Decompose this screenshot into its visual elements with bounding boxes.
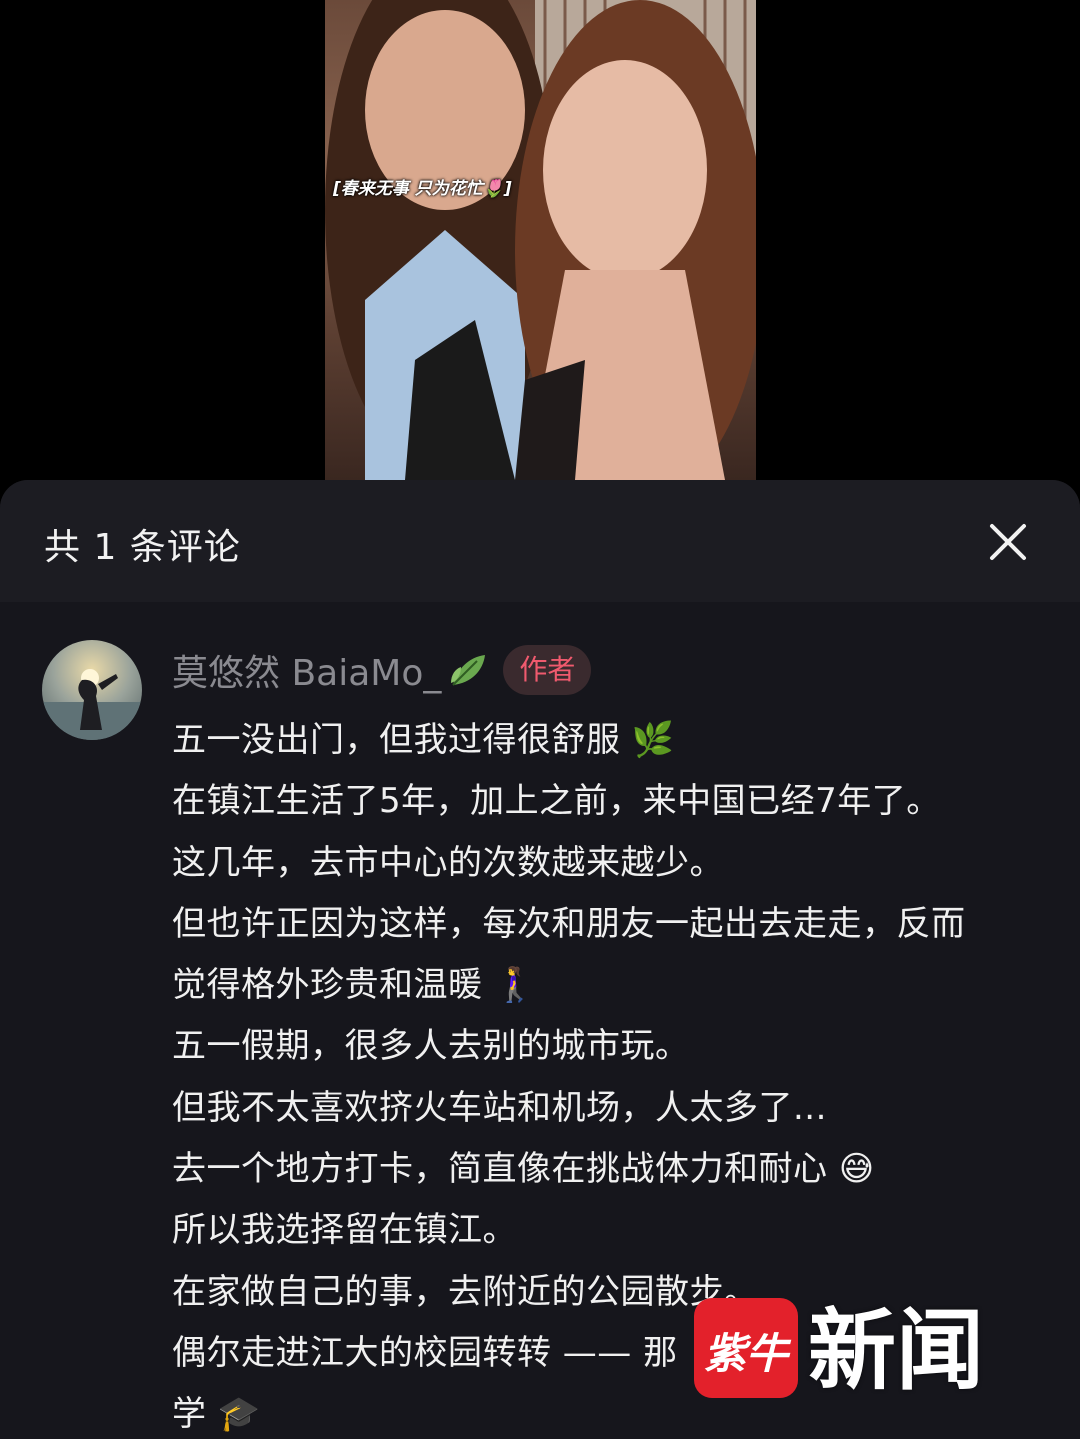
comment-line: 觉得格外珍贵和温暖 🚶‍♀️ [172,965,537,1006]
comment-line: 五一假期，很多人去别的城市玩。 [172,1026,690,1067]
avatar-image [42,669,142,740]
comment-author-row: 莫悠然 BaiaMo_ 作者 [172,642,592,698]
comment-count-title: 共 1 条评论 [44,527,241,568]
close-icon [990,524,1026,560]
leaf-icon [447,649,489,691]
watermark: 紫牛 新闻 [694,1298,1014,1402]
comment-line: 这几年，去市中心的次数越来越少。 [172,842,724,883]
comment-line: 但我不太喜欢挤火车站和机场，人太多了... [172,1087,827,1128]
comment-line: 去一个地方打卡，简直像在挑战体力和耐心 😅 [172,1149,875,1190]
video-frame[interactable]: [春来无事 只为花忙🌷] [325,0,756,480]
video-caption: [春来无事 只为花忙🌷] [333,179,512,199]
comment-line: 在镇江生活了5年，加上之前，来中国已经7年了。 [172,781,941,822]
comment-panel: 共 1 条评论 莫悠然 BaiaMo_ 作者 五一没出门，但我过得很舒服 🌿 在… [0,480,1080,1439]
comment-line: 五一没出门，但我过得很舒服 🌿 [172,720,675,760]
video-photo [325,0,756,480]
comment-author-name[interactable]: 莫悠然 BaiaMo_ [172,644,441,696]
watermark-logo: 紫牛 [694,1298,798,1398]
watermark-text: 新闻 [808,1298,985,1402]
close-button[interactable] [984,518,1032,566]
author-badge: 作者 [503,645,592,695]
watermark-logo-text: 紫牛 [703,1329,788,1378]
comment-line: 但也许正因为这样，每次和朋友一起出去走走，反而 [172,903,966,944]
video-player[interactable]: [春来无事 只为花忙🌷] [0,0,1080,480]
comment-line: 所以我选择留在镇江。 [172,1210,517,1251]
avatar[interactable] [42,640,142,740]
comment-panel-header: 共 1 条评论 [0,480,1080,602]
